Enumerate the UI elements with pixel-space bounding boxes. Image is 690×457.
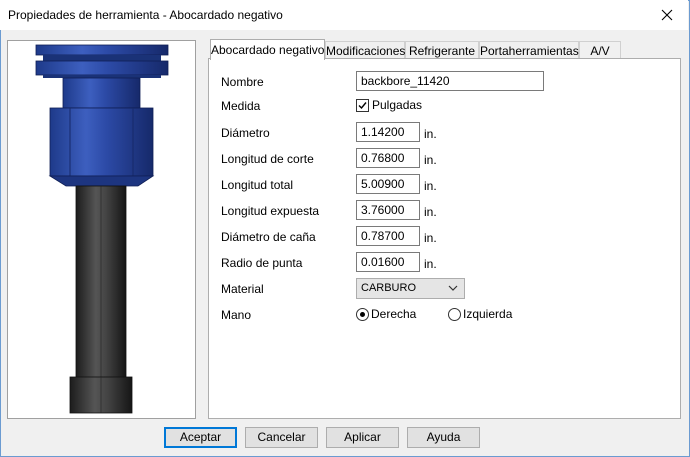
apply-button[interactable]: Aplicar — [326, 427, 399, 448]
nombre-field[interactable]: backbore_11420 — [356, 71, 544, 91]
radio-izquierda-circle[interactable] — [448, 307, 461, 321]
radio-izquierda-label: Izquierda — [463, 307, 513, 321]
radio-izquierda[interactable]: Izquierda — [448, 307, 512, 321]
longitud-total-unit: in. — [424, 179, 437, 193]
radio-derecha[interactable]: Derecha — [356, 307, 416, 321]
accept-button[interactable]: Aceptar — [164, 427, 237, 448]
radio-punta-label: Radio de punta — [221, 256, 303, 270]
longitud-total-label: Longitud total — [221, 178, 294, 192]
diametro-cana-label: Diámetro de caña — [221, 230, 316, 244]
diametro-field[interactable]: 1.14200 — [356, 122, 420, 142]
radio-punta-field[interactable]: 0.01600 — [356, 252, 420, 272]
nombre-label: Nombre — [221, 75, 264, 89]
checkbox-box[interactable] — [356, 98, 369, 112]
radio-selected-dot — [360, 311, 365, 317]
tab-av[interactable]: A/V — [579, 41, 621, 59]
longitud-total-field[interactable]: 5.00900 — [356, 174, 420, 194]
radio-punta-unit: in. — [424, 257, 437, 271]
medida-label: Medida — [221, 99, 261, 113]
material-select[interactable]: CARBURO — [356, 278, 465, 299]
longitud-corte-label: Longitud de corte — [221, 152, 314, 166]
checkmark-icon — [358, 101, 367, 109]
cancel-button[interactable]: Cancelar — [245, 427, 318, 448]
mano-label: Mano — [221, 308, 252, 322]
diametro-unit: in. — [424, 127, 437, 141]
radio-derecha-label: Derecha — [371, 307, 417, 321]
longitud-corte-unit: in. — [424, 153, 437, 167]
material-value: CARBURO — [361, 282, 417, 294]
tab-portaherramientas[interactable]: Portaherramientas — [479, 41, 579, 59]
help-button[interactable]: Ayuda — [407, 427, 480, 448]
title-bar: Propiedades de herramienta - Abocardado … — [0, 0, 688, 30]
close-icon — [661, 9, 673, 21]
radio-derecha-circle[interactable] — [356, 307, 369, 321]
chevron-down-icon — [448, 285, 458, 291]
tab-abocardado-negativo[interactable]: Abocardado negativo — [210, 39, 325, 60]
pulgadas-checkbox[interactable]: Pulgadas — [356, 98, 422, 112]
longitud-corte-field[interactable]: 0.76800 — [356, 148, 420, 168]
diametro-cana-field[interactable]: 0.78700 — [356, 226, 420, 246]
longitud-expuesta-unit: in. — [424, 205, 437, 219]
close-button[interactable] — [652, 2, 682, 28]
tool-image — [35, 44, 169, 414]
diametro-cana-unit: in. — [424, 231, 437, 245]
tool-preview — [7, 40, 196, 419]
diametro-label: Diámetro — [221, 126, 270, 140]
longitud-expuesta-label: Longitud expuesta — [221, 204, 320, 218]
longitud-expuesta-field[interactable]: 3.76000 — [356, 200, 420, 220]
tab-refrigerante[interactable]: Refrigerante — [405, 41, 479, 59]
material-label: Material — [221, 282, 264, 296]
tab-modificaciones[interactable]: Modificaciones — [325, 41, 405, 59]
pulgadas-label: Pulgadas — [372, 98, 423, 112]
window-title: Propiedades de herramienta - Abocardado … — [8, 8, 283, 22]
